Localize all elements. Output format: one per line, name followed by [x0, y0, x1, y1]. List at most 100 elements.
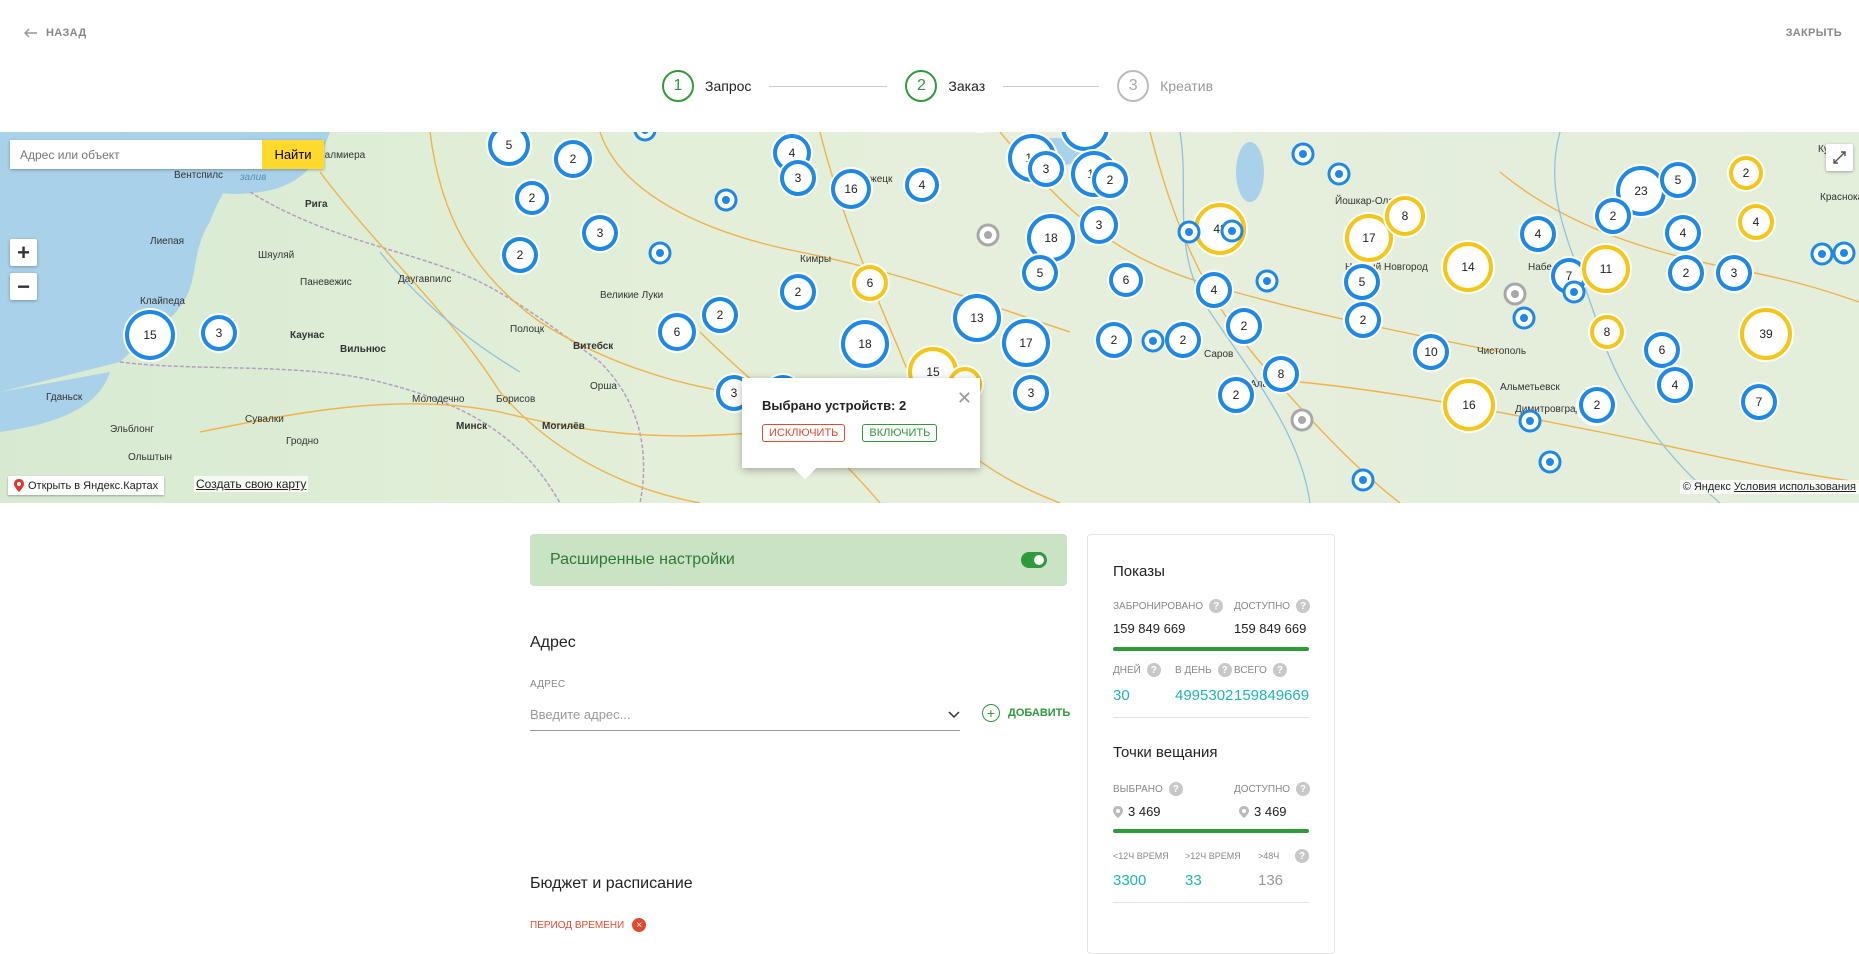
fullscreen-button[interactable]	[1826, 144, 1853, 171]
map-cluster[interactable]: 3	[1011, 373, 1051, 413]
map-cluster[interactable]: 14	[1441, 240, 1495, 294]
map-cluster[interactable]: 5	[1658, 160, 1698, 200]
address-input[interactable]: Введите адрес...	[530, 699, 960, 731]
map-cluster[interactable]: 2	[1666, 253, 1706, 293]
map-cluster[interactable]: 6	[1642, 330, 1682, 370]
map-cluster[interactable]: 4	[1518, 214, 1558, 254]
device-marker[interactable]	[1327, 162, 1351, 186]
back-button[interactable]: НАЗАД	[24, 27, 86, 39]
map-cluster[interactable]: 4	[1663, 213, 1703, 253]
device-marker[interactable]	[714, 188, 738, 212]
device-marker[interactable]	[1255, 269, 1279, 293]
map-cluster[interactable]: 3	[778, 158, 818, 198]
help-icon[interactable]: ?	[1295, 849, 1309, 863]
map-search-button[interactable]: Найти	[262, 140, 324, 169]
map-cluster[interactable]: 39	[1738, 306, 1794, 362]
map-cluster[interactable]: 2	[1090, 160, 1130, 200]
include-button[interactable]: включить	[862, 424, 938, 442]
help-icon[interactable]: ?	[1296, 782, 1311, 796]
map-cluster[interactable]: 5	[1342, 262, 1382, 302]
map-cluster[interactable]: 17	[1059, 132, 1111, 153]
map-cluster[interactable]: 7	[1739, 382, 1779, 422]
device-marker[interactable]	[1291, 142, 1315, 166]
map-cluster[interactable]: 11	[1580, 243, 1632, 295]
map-cluster[interactable]: 4	[1194, 270, 1234, 310]
selected-device-marker[interactable]	[1290, 408, 1314, 432]
map-cluster[interactable]: 5	[1020, 253, 1060, 293]
map-cluster[interactable]: 2	[1343, 300, 1383, 340]
map-cluster[interactable]: 2	[500, 235, 540, 275]
device-marker[interactable]	[648, 241, 672, 265]
map-cluster[interactable]: 16	[1441, 377, 1497, 433]
help-icon[interactable]: ?	[1209, 599, 1224, 613]
device-marker[interactable]	[1538, 450, 1562, 474]
map-cluster[interactable]: 3	[580, 213, 620, 253]
zoom-out-button[interactable]: −	[10, 273, 37, 300]
close-button[interactable]: ЗАКРЫТЬ	[1786, 27, 1842, 39]
selected-device-marker[interactable]	[1503, 282, 1527, 306]
toggle-switch[interactable]	[1021, 552, 1047, 568]
close-icon[interactable]: ✕	[957, 388, 972, 409]
advanced-settings-toggle[interactable]: Расширенные настройки	[530, 534, 1067, 586]
map-search-input[interactable]	[10, 140, 262, 169]
device-marker[interactable]	[1351, 468, 1375, 492]
help-icon[interactable]: ?	[1217, 663, 1232, 677]
device-marker[interactable]	[1220, 219, 1244, 243]
map-cluster[interactable]: 16	[829, 167, 873, 211]
map[interactable]: Валмиера Вентспилс Рига Лиепая Шяуляй Паневеж…	[0, 132, 1859, 503]
map-cluster[interactable]: 17	[1000, 317, 1052, 369]
map-cluster[interactable]: 2	[1593, 196, 1633, 236]
map-cluster[interactable]: 4	[1655, 365, 1695, 405]
exclude-button[interactable]: исключить	[762, 424, 846, 442]
map-cluster[interactable]: 15	[123, 308, 177, 362]
step-request[interactable]: 1 Запрос	[662, 70, 751, 102]
device-marker[interactable]	[1177, 220, 1201, 244]
map-cluster[interactable]: 2	[1216, 375, 1256, 415]
map-cluster[interactable]: 8	[1383, 194, 1427, 238]
map-cluster[interactable]: 3	[1714, 253, 1754, 293]
device-marker[interactable]	[1832, 241, 1856, 265]
map-cluster[interactable]: 4	[903, 166, 941, 204]
step-order[interactable]: 2 Заказ	[905, 70, 985, 102]
help-icon[interactable]: ?	[1296, 599, 1311, 613]
selected-device-marker[interactable]	[976, 223, 1000, 247]
map-cluster[interactable]: 2	[552, 138, 594, 180]
map-cluster[interactable]: 2	[1224, 306, 1264, 346]
help-icon[interactable]: ?	[1272, 663, 1287, 677]
map-cluster[interactable]: 3	[199, 313, 239, 353]
map-cluster[interactable]: 2	[700, 295, 740, 335]
map-cluster[interactable]: 8	[1588, 313, 1626, 351]
terms-link[interactable]: Условия использования	[1734, 481, 1856, 493]
map-cluster[interactable]: 8	[1261, 354, 1301, 394]
map-cluster[interactable]: 2	[513, 179, 551, 217]
chevron-down-icon[interactable]	[948, 710, 960, 719]
map-cluster[interactable]: 6	[850, 263, 890, 303]
map-cluster[interactable]: 10	[1411, 332, 1451, 372]
map-cluster[interactable]: 3	[1026, 149, 1066, 189]
zoom-in-button[interactable]: +	[10, 239, 37, 266]
device-marker[interactable]	[1810, 242, 1834, 266]
map-cluster[interactable]: 6	[1107, 261, 1145, 299]
map-cluster[interactable]: 18	[839, 318, 891, 370]
help-icon[interactable]: ?	[1146, 663, 1161, 677]
map-cluster[interactable]: 3	[1078, 204, 1120, 246]
map-cluster[interactable]: 2	[1727, 154, 1765, 192]
device-marker[interactable]	[1141, 329, 1165, 353]
device-marker[interactable]	[1512, 306, 1536, 330]
map-cluster[interactable]: 13	[951, 292, 1003, 344]
add-address-button[interactable]: + ДОБАВИТЬ	[982, 704, 1070, 722]
map-cluster[interactable]: 6	[656, 311, 698, 353]
step-creative[interactable]: 3 Креатив	[1117, 70, 1213, 102]
map-cluster[interactable]: 2	[1094, 320, 1134, 360]
device-marker[interactable]	[1562, 280, 1586, 304]
map-cluster[interactable]: 2	[778, 272, 818, 312]
device-marker[interactable]	[633, 132, 657, 142]
device-marker[interactable]	[1518, 409, 1542, 433]
open-yandex-maps-link[interactable]: Открыть в Яндекс.Картах	[8, 476, 165, 495]
help-icon[interactable]: ?	[1168, 782, 1183, 796]
create-map-link[interactable]: Создать свою карту	[194, 476, 309, 492]
map-cluster[interactable]: 4	[1736, 202, 1776, 242]
map-cluster[interactable]: 2	[1577, 385, 1617, 425]
map-cluster[interactable]: 5	[486, 132, 532, 168]
map-cluster[interactable]: 2	[1163, 320, 1203, 360]
